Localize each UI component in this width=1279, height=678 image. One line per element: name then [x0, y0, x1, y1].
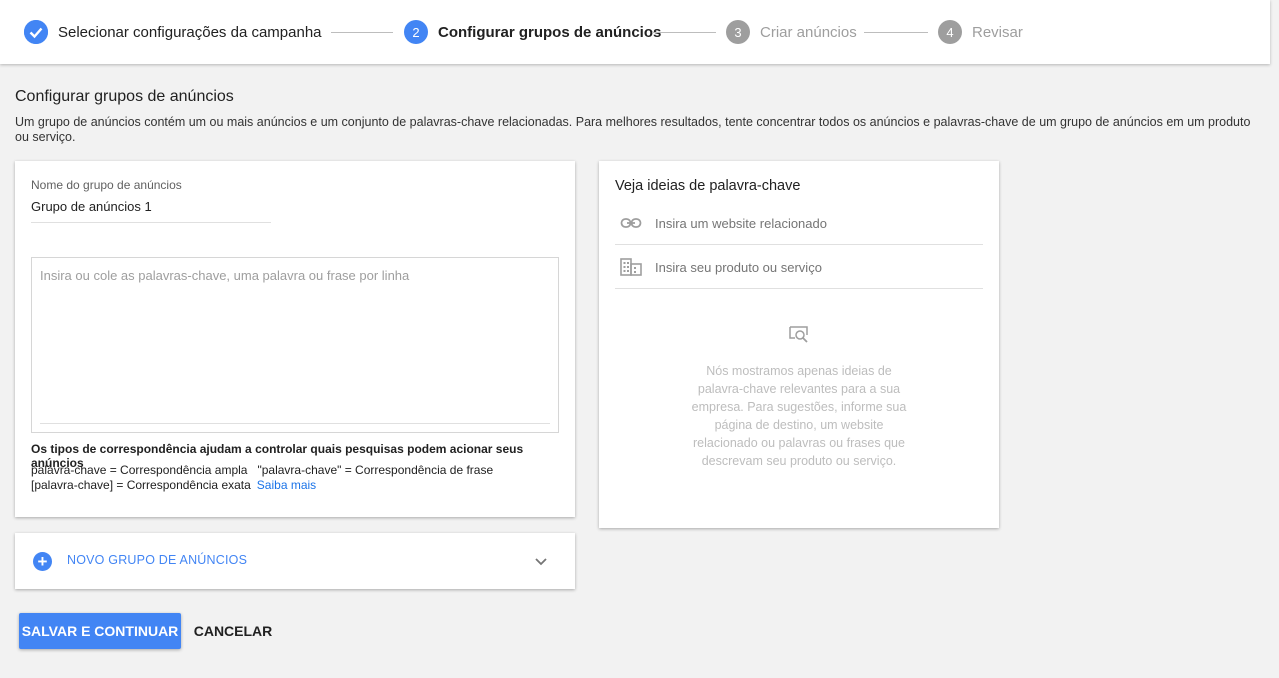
step-connector	[652, 32, 716, 33]
step-label: Configurar grupos de anúncios	[438, 23, 662, 41]
step-create-ads[interactable]: 3 Criar anúncios	[726, 19, 857, 45]
keyword-ideas-title: Veja ideias de palavra-chave	[615, 178, 801, 194]
campaign-stepper: Selecionar configurações da campanha 2 C…	[0, 0, 1270, 64]
website-placeholder: Insira um website relacionado	[655, 216, 827, 231]
related-website-input[interactable]: Insira um website relacionado	[615, 201, 983, 245]
learn-more-link[interactable]: Saiba mais	[257, 478, 316, 492]
step-connector	[864, 32, 928, 33]
broad-match-text: palavra-chave = Correspondência ampla	[31, 463, 248, 477]
business-icon	[620, 258, 642, 276]
ad-group-card: Nome do grupo de anúncios Grupo de anúnc…	[15, 161, 575, 517]
search-ideas-icon	[789, 326, 808, 343]
check-icon	[24, 20, 48, 44]
keywords-divider	[40, 423, 550, 424]
match-types-line-2: [palavra-chave] = Correspondência exata S…	[31, 478, 316, 492]
keyword-ideas-card: Veja ideias de palavra-chave Insira um w…	[599, 161, 999, 528]
step-connector	[331, 32, 393, 33]
step-label: Criar anúncios	[760, 23, 857, 41]
step-number: 4	[938, 20, 962, 44]
step-label: Revisar	[972, 23, 1023, 41]
page-description: Um grupo de anúncios contém um ou mais a…	[15, 115, 1251, 144]
step-ad-groups[interactable]: 2 Configurar grupos de anúncios	[404, 19, 661, 45]
ad-group-name-label: Nome do grupo de anúncios	[31, 178, 182, 192]
match-types-line-1: palavra-chave = Correspondência ampla "p…	[31, 463, 493, 477]
keyword-ideas-empty-text: Nós mostramos apenas ideias de palavra-c…	[691, 364, 907, 468]
chevron-down-icon[interactable]	[531, 551, 551, 571]
save-and-continue-button[interactable]: SALVAR E CONTINUAR	[19, 613, 181, 649]
step-campaign-settings[interactable]: Selecionar configurações da campanha	[24, 19, 322, 45]
step-review[interactable]: 4 Revisar	[938, 19, 1023, 45]
page-title: Configurar grupos de anúncios	[15, 88, 234, 105]
new-ad-group-label: NOVO GRUPO DE ANÚNCIOS	[67, 553, 248, 567]
exact-match-text: [palavra-chave] = Correspondência exata	[31, 478, 251, 492]
step-number: 2	[404, 20, 428, 44]
link-icon	[620, 218, 642, 228]
cancel-button[interactable]: CANCELAR	[188, 613, 278, 649]
step-label: Selecionar configurações da campanha	[58, 23, 322, 41]
phrase-match-text: "palavra-chave" = Correspondência de fra…	[257, 463, 494, 477]
add-circle-icon: +	[33, 552, 52, 571]
product-placeholder: Insira seu produto ou serviço	[655, 260, 822, 275]
keywords-textarea[interactable]: Insira ou cole as palavras-chave, uma pa…	[31, 257, 559, 433]
step-number: 3	[726, 20, 750, 44]
ad-group-name-input[interactable]: Grupo de anúncios 1	[31, 199, 271, 223]
keywords-placeholder: Insira ou cole as palavras-chave, uma pa…	[40, 268, 410, 283]
product-service-input[interactable]: Insira seu produto ou serviço	[615, 245, 983, 289]
new-ad-group-panel[interactable]: + NOVO GRUPO DE ANÚNCIOS	[15, 533, 575, 589]
